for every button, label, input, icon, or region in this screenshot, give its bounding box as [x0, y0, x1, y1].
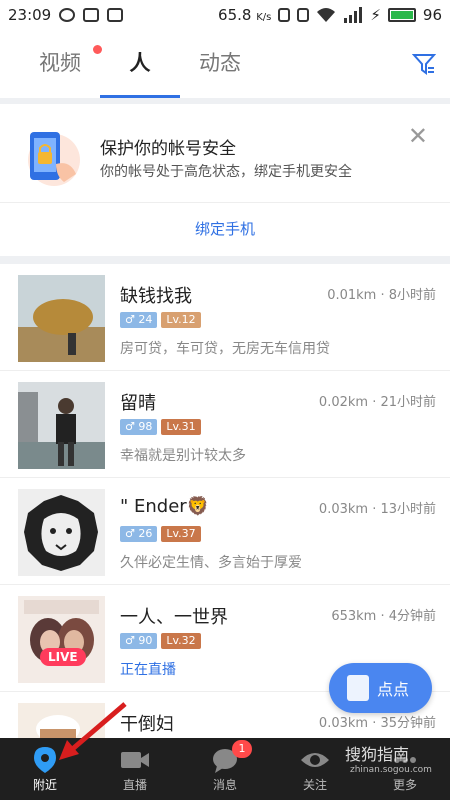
distance-time: 653km · 4分钟前 — [331, 609, 436, 624]
app-notification-icon — [107, 8, 124, 22]
list-item[interactable]: 缺钱找我 0.01km · 8小时前 ♂ 24 Lv.12 房可贷，车可贷，无房… — [0, 264, 450, 371]
live-badge: LIVE — [40, 648, 86, 666]
user-name: 缺钱找我 — [120, 286, 192, 307]
location-pin-icon — [34, 747, 56, 773]
filter-icon[interactable] — [412, 52, 436, 76]
user-name: 一人、一世界 — [120, 607, 228, 628]
status-bar: 23:09 65.8 K/s ⚡ 96 — [0, 0, 450, 30]
nav-live[interactable]: 直播 — [90, 738, 180, 800]
top-tabs: 视频 人 动态 — [0, 30, 450, 98]
user-name: 留晴 — [120, 393, 156, 414]
banner-title: 保护你的帐号安全 — [100, 139, 236, 159]
network-speed: 65.8 K/s — [218, 6, 272, 24]
image-notification-icon — [83, 8, 100, 22]
live-status: 正在直播 — [120, 662, 176, 678]
nav-messages[interactable]: 消息 1 — [180, 738, 270, 800]
list-item[interactable]: " Ender🦁 0.03km · 13小时前 ♂ 26 Lv.37 久伴必定生… — [0, 478, 450, 585]
gender-age-badge: ♂ 98 — [120, 419, 158, 435]
gender-age-badge: ♂ 24 — [120, 312, 158, 328]
avatar — [18, 489, 105, 576]
phone-lock-icon — [28, 132, 80, 186]
watermark: 搜狗指南 — [345, 745, 410, 764]
unread-count-badge: 1 — [232, 740, 252, 758]
tab-video[interactable]: 视频 — [20, 30, 102, 98]
charging-icon: ⚡ — [370, 6, 381, 24]
gender-age-badge: ♂ 90 — [120, 633, 158, 649]
signature: 房可贷，车可贷，无房无车信用贷 — [120, 341, 330, 357]
distance-time: 0.03km · 13小时前 — [318, 502, 436, 517]
tab-moments[interactable]: 动态 — [180, 30, 260, 98]
sim-icon — [297, 8, 310, 22]
divider — [0, 256, 450, 264]
close-icon[interactable]: ✕ — [408, 122, 428, 150]
signal-icon — [344, 7, 363, 23]
wifi-icon — [317, 8, 336, 22]
user-name: 干倒妇 — [120, 714, 174, 735]
watermark-url: zhinan.sogou.com — [350, 765, 432, 775]
gender-age-badge: ♂ 26 — [120, 526, 158, 542]
security-banner: 保护你的帐号安全 你的帐号处于高危状态，绑定手机更安全 ✕ 绑定手机 — [0, 104, 450, 256]
vibrate-icon — [278, 8, 291, 22]
avatar — [18, 382, 105, 469]
banner-description: 你的帐号处于高危状态，绑定手机更安全 — [100, 164, 352, 180]
user-name: " Ender🦁 — [120, 496, 210, 517]
people-list: 缺钱找我 0.01km · 8小时前 ♂ 24 Lv.12 房可贷，车可贷，无房… — [0, 264, 450, 799]
diandian-button[interactable]: 点点 — [329, 663, 432, 713]
level-badge: Lv.31 — [161, 419, 201, 435]
tab-people[interactable]: 人 — [100, 30, 180, 98]
signature: 幸福就是别计较太多 — [120, 448, 246, 464]
cup-icon — [347, 675, 369, 701]
distance-time: 0.03km · 35分钟前 — [318, 716, 436, 731]
level-badge: Lv.12 — [161, 312, 201, 328]
clock: 23:09 — [8, 6, 52, 24]
list-item[interactable]: 留晴 0.02km · 21小时前 ♂ 98 Lv.31 幸福就是别计较太多 — [0, 371, 450, 478]
nav-nearby[interactable]: 附近 — [0, 738, 90, 800]
level-badge: Lv.37 — [161, 526, 201, 542]
notification-icon — [59, 8, 76, 22]
distance-time: 0.02km · 21小时前 — [318, 395, 436, 410]
signature: 久伴必定生情、多言始于厚爱 — [120, 555, 302, 571]
avatar — [18, 275, 105, 362]
video-camera-icon — [121, 752, 149, 768]
battery-icon — [387, 8, 416, 22]
eye-icon — [301, 753, 329, 767]
battery-level: 96 — [422, 6, 442, 24]
level-badge: Lv.32 — [161, 633, 201, 649]
bind-phone-button[interactable]: 绑定手机 — [0, 203, 450, 256]
avatar — [18, 596, 105, 683]
distance-time: 0.01km · 8小时前 — [327, 288, 436, 303]
